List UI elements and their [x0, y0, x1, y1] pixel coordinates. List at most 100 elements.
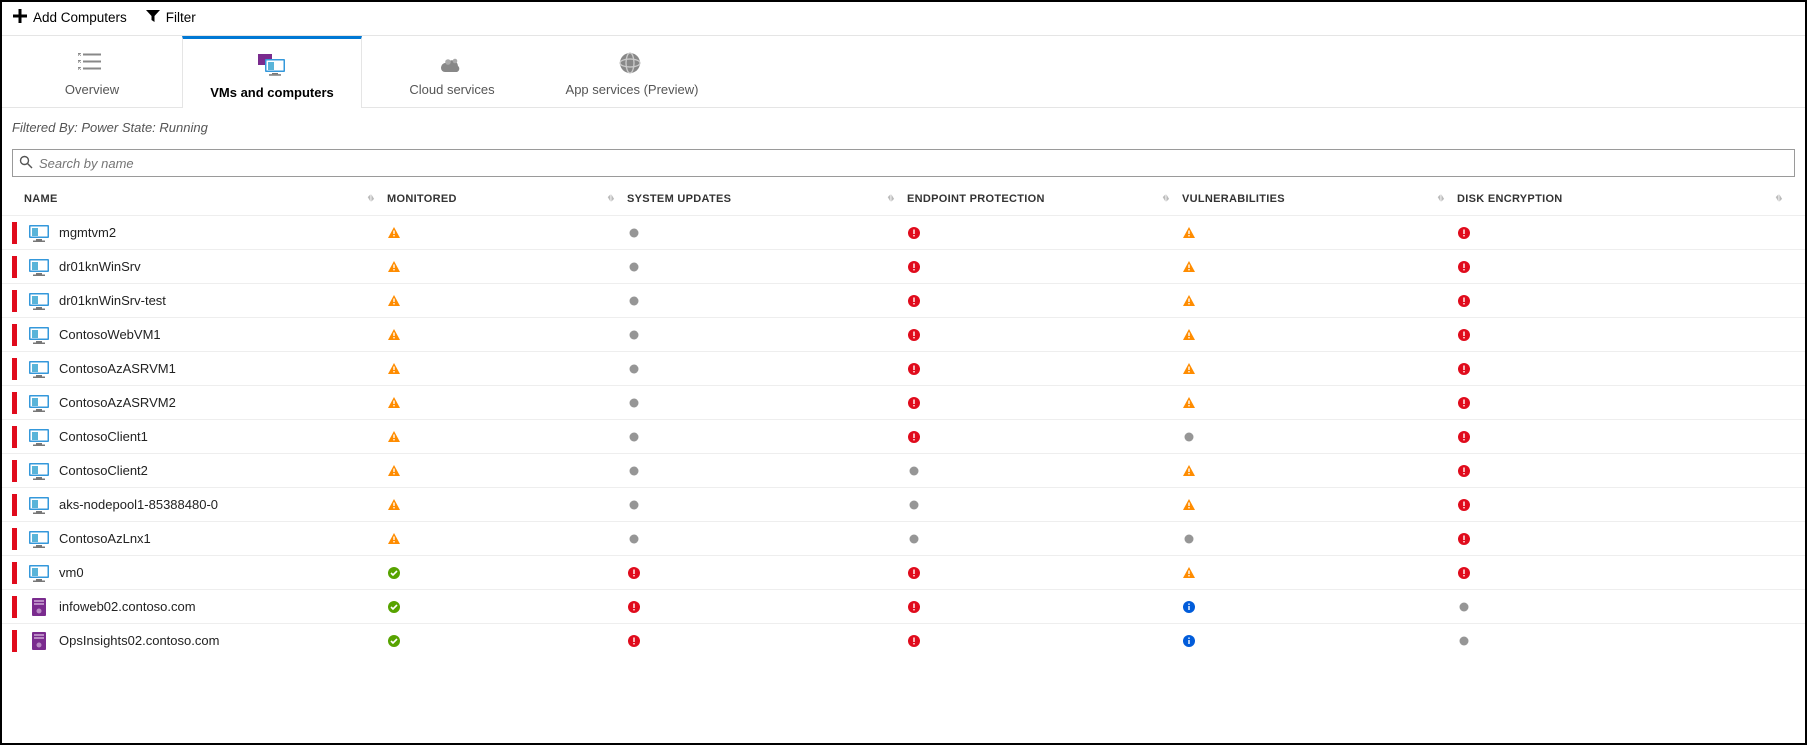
search-box[interactable] — [12, 149, 1795, 177]
monitored-status-icon — [387, 566, 401, 580]
col-name[interactable]: NAME — [24, 193, 58, 205]
search-input[interactable] — [39, 156, 1788, 171]
toolbar: Add Computers Filter — [2, 2, 1805, 33]
vm-icon — [191, 51, 353, 81]
table-row[interactable]: dr01knWinSrv — [2, 249, 1805, 283]
system-updates-status-icon — [627, 362, 641, 376]
endpoint-protection-status-icon — [907, 634, 921, 648]
col-system-updates[interactable]: SYSTEM UPDATES — [627, 193, 731, 205]
vm-icon — [29, 563, 49, 583]
resource-name: mgmtvm2 — [59, 225, 116, 240]
tab-label: VMs and computers — [191, 85, 353, 100]
severity-bar — [12, 460, 17, 482]
vulnerabilities-status-icon — [1182, 362, 1196, 376]
vulnerabilities-status-icon — [1182, 294, 1196, 308]
tab-label: App services (Preview) — [550, 82, 714, 97]
vulnerabilities-status-icon — [1182, 328, 1196, 342]
globe-icon — [550, 48, 714, 78]
monitored-status-icon — [387, 532, 401, 546]
vm-icon — [29, 291, 49, 311]
table-row[interactable]: aks-nodepool1-85388480-0 — [2, 487, 1805, 521]
tab-overview[interactable]: Overview — [2, 36, 182, 107]
table-row[interactable]: ContosoClient2 — [2, 453, 1805, 487]
severity-bar — [12, 392, 17, 414]
server-icon — [29, 631, 49, 651]
vm-icon — [29, 359, 49, 379]
tab-appsvc[interactable]: App services (Preview) — [542, 36, 722, 107]
add-computers-label: Add Computers — [33, 10, 127, 25]
system-updates-status-icon — [627, 396, 641, 410]
table-row[interactable]: infoweb02.contoso.com — [2, 589, 1805, 623]
sort-icon[interactable] — [1435, 193, 1445, 206]
col-endpoint-protection[interactable]: ENDPOINT PROTECTION — [907, 193, 1045, 205]
disk-encryption-status-icon — [1457, 226, 1471, 240]
table-row[interactable]: ContosoAzASRVM1 — [2, 351, 1805, 385]
endpoint-protection-status-icon — [907, 362, 921, 376]
vulnerabilities-status-icon — [1182, 498, 1196, 512]
resource-name: ContosoAzASRVM2 — [59, 395, 176, 410]
filter-button[interactable]: Filter — [145, 8, 196, 27]
vm-icon — [29, 529, 49, 549]
col-disk-encryption[interactable]: DISK ENCRYPTION — [1457, 193, 1563, 205]
endpoint-protection-status-icon — [907, 294, 921, 308]
vulnerabilities-status-icon — [1182, 464, 1196, 478]
vulnerabilities-status-icon — [1182, 226, 1196, 240]
vm-icon — [29, 461, 49, 481]
disk-encryption-status-icon — [1457, 362, 1471, 376]
vulnerabilities-status-icon — [1182, 532, 1196, 546]
col-vulnerabilities[interactable]: VULNERABILITIES — [1182, 193, 1285, 205]
severity-bar — [12, 324, 17, 346]
resource-name: ContosoAzLnx1 — [59, 531, 151, 546]
sort-icon[interactable] — [365, 193, 375, 206]
endpoint-protection-status-icon — [907, 226, 921, 240]
cloud-icon — [370, 48, 534, 78]
tabs: Overview VMs and computers Cloud services A… — [2, 35, 1805, 108]
sort-icon[interactable] — [885, 193, 895, 206]
table-row[interactable]: dr01knWinSrv-test — [2, 283, 1805, 317]
severity-bar — [12, 562, 17, 584]
severity-bar — [12, 528, 17, 550]
resource-name: infoweb02.contoso.com — [59, 599, 196, 614]
col-monitored[interactable]: MONITORED — [387, 193, 457, 205]
table-row[interactable]: mgmtvm2 — [2, 215, 1805, 249]
system-updates-status-icon — [627, 566, 641, 580]
sort-icon[interactable] — [1160, 193, 1170, 206]
table-row[interactable]: ContosoClient1 — [2, 419, 1805, 453]
sort-icon[interactable] — [1773, 193, 1783, 206]
vm-icon — [29, 495, 49, 515]
table-row[interactable]: OpsInsights02.contoso.com — [2, 623, 1805, 657]
table-row[interactable]: ContosoAzASRVM2 — [2, 385, 1805, 419]
system-updates-status-icon — [627, 464, 641, 478]
endpoint-protection-status-icon — [907, 566, 921, 580]
resource-name: dr01knWinSrv — [59, 259, 141, 274]
monitored-status-icon — [387, 498, 401, 512]
tab-vms[interactable]: VMs and computers — [182, 36, 362, 108]
filtered-by-text: Filtered By: Power State: Running — [2, 108, 1805, 143]
table-row[interactable]: ContosoAzLnx1 — [2, 521, 1805, 555]
system-updates-status-icon — [627, 430, 641, 444]
table-row[interactable]: vm0 — [2, 555, 1805, 589]
severity-bar — [12, 630, 17, 652]
endpoint-protection-status-icon — [907, 430, 921, 444]
vm-icon — [29, 393, 49, 413]
monitored-status-icon — [387, 396, 401, 410]
endpoint-protection-status-icon — [907, 532, 921, 546]
endpoint-protection-status-icon — [907, 600, 921, 614]
table-body: mgmtvm2dr01knWinSrvdr01knWinSrv-testCont… — [2, 215, 1805, 657]
tab-cloud[interactable]: Cloud services — [362, 36, 542, 107]
disk-encryption-status-icon — [1457, 532, 1471, 546]
filter-label: Filter — [166, 10, 196, 25]
list-icon — [10, 48, 174, 78]
vm-icon — [29, 427, 49, 447]
add-computers-button[interactable]: Add Computers — [12, 8, 127, 27]
vulnerabilities-status-icon — [1182, 634, 1196, 648]
endpoint-protection-status-icon — [907, 328, 921, 342]
disk-encryption-status-icon — [1457, 328, 1471, 342]
server-icon — [29, 597, 49, 617]
table-row[interactable]: ContosoWebVM1 — [2, 317, 1805, 351]
severity-bar — [12, 494, 17, 516]
monitored-status-icon — [387, 294, 401, 308]
endpoint-protection-status-icon — [907, 464, 921, 478]
sort-icon[interactable] — [605, 193, 615, 206]
disk-encryption-status-icon — [1457, 294, 1471, 308]
